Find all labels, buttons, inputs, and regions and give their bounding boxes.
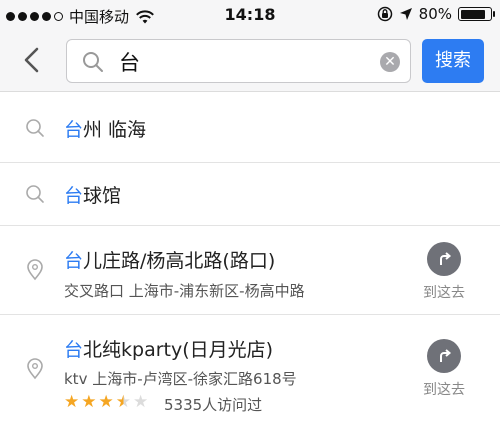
search-icon — [26, 185, 44, 203]
search-header: ✕ 搜索 — [0, 30, 500, 92]
highlight-text: 台 — [64, 185, 84, 207]
search-icon — [83, 52, 103, 72]
rotation-lock-icon — [377, 6, 392, 22]
highlight-text: 台 — [64, 119, 84, 141]
suggestion-title: 台球馆 — [64, 181, 121, 208]
list-item[interactable]: 台儿庄路/杨高北路(路口) 交叉路口 上海市-浦东新区-杨高中路 到这去 — [0, 226, 500, 315]
directions-icon — [427, 339, 461, 373]
place-title: 台北纯kparty(日月光店) — [64, 335, 273, 362]
directions-icon — [427, 242, 461, 276]
battery-percentage: 80% — [418, 5, 452, 23]
list-item[interactable]: 台州 临海 — [0, 93, 500, 163]
battery-icon — [458, 7, 495, 21]
suggestion-title: 台州 临海 — [64, 115, 146, 142]
status-right: 80% — [377, 5, 495, 23]
search-icon — [26, 119, 44, 137]
visit-count: 5335人访问过 — [164, 396, 263, 414]
place-address: ktv 上海市-卢湾区-徐家汇路618号 — [64, 370, 297, 388]
place-name-text: 北纯kparty(日月光店) — [83, 339, 274, 361]
suggestion-text: 球馆 — [83, 185, 122, 207]
suggestion-list: 台州 临海 台球馆 台儿庄路/杨高北路(路口) 交叉路口 上海市-浦东新区-杨高… — [0, 93, 500, 423]
search-input[interactable] — [119, 46, 369, 78]
suggestion-text: 州 临海 — [83, 119, 147, 141]
location-arrow-icon — [399, 8, 412, 20]
place-title: 台儿庄路/杨高北路(路口) — [64, 246, 275, 273]
highlight-text: 台 — [64, 250, 84, 272]
navigate-label: 到这去 — [423, 285, 465, 301]
half-star-icon: ★ — [115, 392, 131, 412]
navigate-button[interactable]: 到这去 — [408, 242, 480, 302]
list-item[interactable]: 台北纯kparty(日月光店) ktv 上海市-卢湾区-徐家汇路618号 ★ ★… — [0, 315, 500, 423]
location-pin-icon — [27, 358, 43, 380]
list-item[interactable]: 台球馆 — [0, 163, 500, 226]
star-icon: ★ — [133, 392, 149, 412]
navigate-label: 到这去 — [423, 382, 465, 398]
highlight-text: 台 — [64, 339, 84, 361]
status-bar: 中国移动 14:18 80% — [0, 0, 500, 30]
back-arrow-icon[interactable] — [20, 46, 44, 74]
rating-stars: ★ ★ ★ ★ ★ — [64, 392, 148, 412]
place-address: 交叉路口 上海市-浦东新区-杨高中路 — [64, 282, 305, 300]
star-icon: ★ — [98, 392, 114, 412]
place-name-text: 儿庄路/杨高北路(路口) — [83, 250, 276, 272]
location-pin-icon — [27, 259, 43, 281]
star-icon: ★ — [81, 392, 97, 412]
search-button[interactable]: 搜索 — [422, 39, 484, 83]
navigate-button[interactable]: 到这去 — [408, 339, 480, 399]
clear-input-icon[interactable]: ✕ — [380, 52, 400, 72]
star-icon: ★ — [64, 392, 80, 412]
search-box[interactable]: ✕ — [66, 39, 411, 83]
